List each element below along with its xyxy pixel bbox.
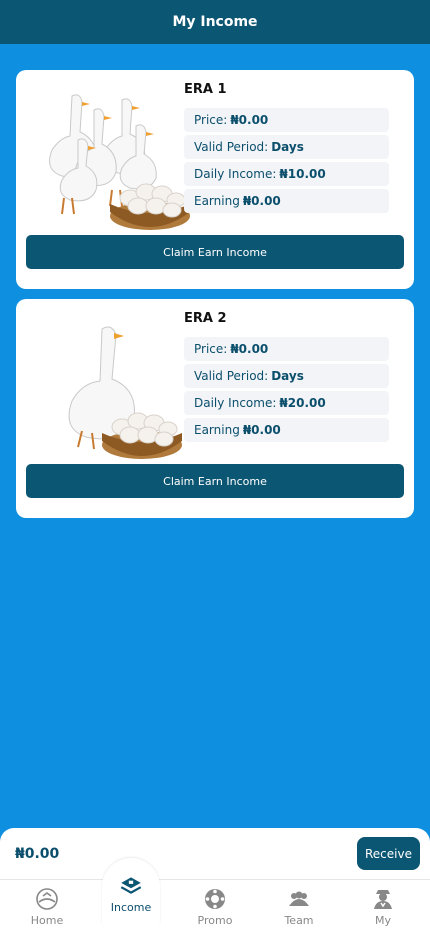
profile-icon — [374, 889, 392, 909]
top-bar: My Income — [0, 0, 430, 44]
receive-button[interactable]: Receive — [357, 837, 420, 870]
nav-my-label: My — [374, 913, 391, 927]
earning-label: Earning — [194, 423, 240, 437]
promo-icon — [205, 888, 225, 909]
daily-income-value: ₦20.00 — [279, 396, 326, 410]
price-row: Price: ₦0.00 — [184, 337, 389, 361]
nav-team[interactable]: Team — [264, 880, 334, 932]
geese-image — [49, 94, 190, 230]
income-icon — [120, 877, 142, 894]
price-value: ₦0.00 — [230, 113, 269, 127]
card-title: ERA 2 — [184, 311, 227, 326]
earning-label: Earning — [194, 194, 240, 208]
daily-income-label: Daily Income: — [194, 396, 277, 410]
valid-period-value: Days — [271, 140, 304, 154]
team-icon — [289, 891, 309, 906]
income-card-era-1: ERA 1 Price: ₦0.00 Valid Period: Days Da… — [16, 70, 414, 289]
earning-row: Earning ₦0.00 — [184, 189, 389, 213]
nav-home-label: Home — [30, 913, 64, 927]
nav-promo-label: Promo — [197, 913, 233, 927]
price-label: Price: — [194, 113, 228, 127]
daily-income-row: Daily Income: ₦20.00 — [184, 391, 389, 415]
price-label: Price: — [194, 342, 228, 356]
daily-income-value: ₦10.00 — [279, 167, 326, 181]
price-value: ₦0.00 — [230, 342, 269, 356]
valid-period-row: Valid Period: Days — [184, 135, 389, 159]
daily-income-label: Daily Income: — [194, 167, 277, 181]
valid-period-label: Valid Period: — [194, 369, 269, 383]
bottom-nav: Home Income Promo Team My — [0, 858, 430, 932]
nav-team-label: Team — [284, 913, 314, 927]
price-row: Price: ₦0.00 — [184, 108, 389, 132]
nav-promo[interactable]: Promo — [180, 880, 250, 932]
nav-home[interactable]: Home — [12, 880, 82, 932]
card-title: ERA 1 — [184, 82, 227, 97]
earning-value: ₦0.00 — [242, 423, 281, 437]
valid-period-label: Valid Period: — [194, 140, 269, 154]
claim-earn-income-button[interactable]: Claim Earn Income — [26, 235, 404, 269]
balance-amount: ₦0.00 — [15, 846, 60, 862]
daily-income-row: Daily Income: ₦10.00 — [184, 162, 389, 186]
income-card-era-2: ERA 2 Price: ₦0.00 Valid Period: Days Da… — [16, 299, 414, 518]
bottom-panel: ₦0.00 Receive Home Income Promo Team My — [0, 828, 430, 932]
earning-row: Earning ₦0.00 — [184, 418, 389, 442]
earning-value: ₦0.00 — [242, 194, 281, 208]
goose-image — [68, 326, 182, 459]
page-title: My Income — [172, 14, 258, 30]
nav-my[interactable]: My — [348, 880, 418, 932]
nav-income[interactable]: Income — [102, 858, 160, 928]
nav-income-label: Income — [110, 901, 152, 914]
home-icon — [36, 887, 58, 910]
valid-period-value: Days — [271, 369, 304, 383]
claim-earn-income-button[interactable]: Claim Earn Income — [26, 464, 404, 498]
valid-period-row: Valid Period: Days — [184, 364, 389, 388]
